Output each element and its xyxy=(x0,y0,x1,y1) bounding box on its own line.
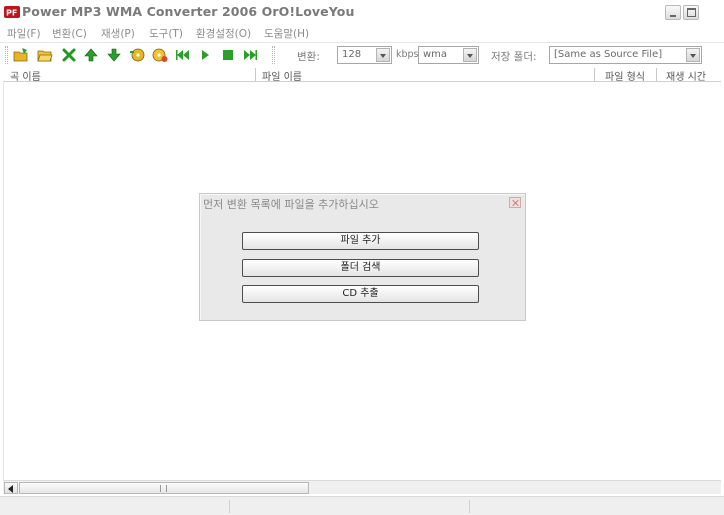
scroll-left-icon[interactable] xyxy=(4,482,18,494)
menu-convert[interactable]: 변환(C) xyxy=(52,26,87,41)
menu-settings[interactable]: 환경설정(O) xyxy=(196,26,251,41)
move-down-button[interactable] xyxy=(106,47,122,63)
add-folder-button[interactable] xyxy=(37,47,53,63)
output-folder-label: 저장 폴더: xyxy=(491,51,537,63)
title-bar: PF Power MP3 WMA Converter 2006 OrO!Love… xyxy=(0,0,724,24)
play-icon xyxy=(202,50,209,60)
format-value: wma xyxy=(423,49,448,60)
chevron-down-icon[interactable] xyxy=(463,48,477,62)
column-header-duration[interactable]: 재생 시간 xyxy=(666,67,706,83)
browse-folder-button[interactable]: 폴더 검색 xyxy=(242,259,479,277)
close-icon[interactable] xyxy=(509,197,521,208)
window-title: Power MP3 WMA Converter 2006 OrO!LoveYou xyxy=(22,4,355,19)
output-folder-select[interactable]: [Same as Source File] xyxy=(549,46,702,64)
cd-rip-button[interactable] xyxy=(152,47,168,63)
cd-icon xyxy=(130,48,145,62)
file-list-header: 곡 이름 파일 이름 파일 형식 재생 시간 xyxy=(3,67,721,83)
chevron-down-icon[interactable] xyxy=(686,48,700,62)
minimize-button[interactable] xyxy=(665,5,681,20)
horizontal-scrollbar[interactable] xyxy=(3,480,721,494)
minimize-icon xyxy=(670,15,676,17)
bitrate-value: 128 xyxy=(342,49,362,60)
column-divider[interactable] xyxy=(656,68,657,81)
cd-extract-button[interactable]: CD 추출 xyxy=(242,285,479,303)
remove-button[interactable] xyxy=(61,47,77,63)
menu-play[interactable]: 재생(P) xyxy=(101,26,135,41)
column-header-song-name[interactable]: 곡 이름 xyxy=(10,67,41,83)
column-divider[interactable] xyxy=(255,68,256,81)
column-divider[interactable] xyxy=(594,68,595,81)
toolbar: 변환: 128 kbps wma 저장 폴더: [Same as Source … xyxy=(0,42,724,66)
bitrate-select[interactable]: 128 xyxy=(337,46,392,64)
bitrate-label: 변환: xyxy=(297,51,320,63)
stop-button[interactable] xyxy=(220,47,236,63)
arrow-down-icon xyxy=(107,48,121,62)
stop-icon xyxy=(223,50,233,60)
move-up-button[interactable] xyxy=(83,47,99,63)
maximize-button[interactable] xyxy=(683,5,699,20)
scrollbar-thumb[interactable] xyxy=(19,482,309,494)
chevron-down-icon[interactable] xyxy=(376,48,390,62)
scrollbar-grip xyxy=(160,485,167,492)
output-folder-value: [Same as Source File] xyxy=(554,49,663,60)
menu-file[interactable]: 파일(F) xyxy=(7,26,41,41)
cd-rip-icon xyxy=(152,48,168,62)
add-file-dialog-button[interactable]: 파일 추가 xyxy=(242,232,479,250)
cd-button[interactable] xyxy=(129,47,145,63)
column-header-file-type[interactable]: 파일 형식 xyxy=(605,67,645,83)
menu-help[interactable]: 도움말(H) xyxy=(264,26,309,41)
menu-bar: 파일(F) 변환(C) 재생(P) 도구(T) 환경설정(O) 도움말(H) xyxy=(0,24,724,42)
fast-forward-icon xyxy=(244,50,257,60)
previous-button[interactable] xyxy=(175,47,191,63)
maximize-icon xyxy=(687,8,696,17)
arrow-up-icon xyxy=(84,48,98,62)
add-file-button[interactable] xyxy=(13,47,29,63)
rewind-icon xyxy=(176,50,189,60)
add-files-dialog: 먼저 변환 목록에 파일을 추가하십시오 파일 추가 폴더 검색 CD 추출 xyxy=(199,193,526,321)
add-file-icon xyxy=(13,48,28,62)
status-bar xyxy=(0,496,724,515)
toolbar-grip[interactable] xyxy=(5,46,8,64)
dialog-title: 먼저 변환 목록에 파일을 추가하십시오 xyxy=(203,198,379,211)
toolbar-grip-2[interactable] xyxy=(272,46,275,64)
status-pane-1 xyxy=(0,500,230,513)
column-header-file-name[interactable]: 파일 이름 xyxy=(262,67,302,83)
delete-x-icon xyxy=(62,48,76,62)
menu-tools[interactable]: 도구(T) xyxy=(149,26,183,41)
svg-text:PF: PF xyxy=(6,9,17,18)
format-select[interactable]: wma xyxy=(418,46,479,64)
status-pane-2 xyxy=(230,500,470,513)
app-logo-icon: PF xyxy=(4,6,20,18)
next-button[interactable] xyxy=(242,47,258,63)
kbps-label: kbps xyxy=(396,49,419,60)
folder-open-icon xyxy=(37,50,53,62)
play-button[interactable] xyxy=(197,47,213,63)
